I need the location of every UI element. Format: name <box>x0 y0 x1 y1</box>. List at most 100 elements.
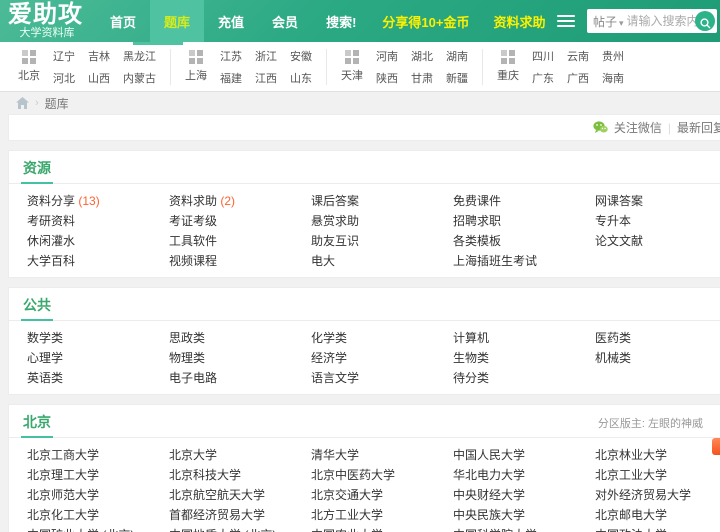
forum-link[interactable]: 数学类 <box>15 328 157 348</box>
forum-link[interactable]: 电大 <box>299 251 441 271</box>
region-city-link[interactable]: 北京 <box>18 67 40 83</box>
forum-link[interactable]: 对外经济贸易大学 <box>583 485 720 505</box>
forum-link[interactable]: 课后答案 <box>299 191 441 211</box>
forum-link[interactable]: 待分类 <box>441 368 583 388</box>
forum-link[interactable]: 医药类 <box>583 328 720 348</box>
nav-item[interactable]: 首页 <box>96 0 150 42</box>
forum-link[interactable]: 生物类 <box>441 348 583 368</box>
forum-link[interactable]: 中国农业大学 <box>299 525 441 532</box>
forum-link[interactable]: 北京中医药大学 <box>299 465 441 485</box>
forum-link[interactable]: 物理类 <box>157 348 299 368</box>
province-link[interactable]: 云南 <box>567 48 589 64</box>
nav-item[interactable]: 会员 <box>258 0 312 42</box>
forum-link[interactable]: 首都经济贸易大学 <box>157 505 299 525</box>
latest-reply-link[interactable]: 最新回复 <box>677 119 720 136</box>
moderator-link[interactable]: 左眼的神威 <box>648 418 703 430</box>
forum-link[interactable]: 中央民族大学 <box>441 505 583 525</box>
forum-link[interactable]: 清华大学 <box>299 445 441 465</box>
floating-widget-icon[interactable] <box>712 438 720 455</box>
forum-link[interactable]: 北京师范大学 <box>15 485 157 505</box>
forum-link[interactable]: 资料分享 (13) <box>15 191 157 211</box>
forum-link[interactable]: 中国人民大学 <box>441 445 583 465</box>
province-link[interactable]: 海南 <box>602 70 624 86</box>
follow-wechat-link[interactable]: 关注微信 <box>614 119 662 136</box>
forum-link[interactable]: 资料求助 (2) <box>157 191 299 211</box>
forum-link[interactable]: 论文文献 <box>583 231 720 251</box>
forum-link[interactable]: 北京交通大学 <box>299 485 441 505</box>
province-link[interactable]: 内蒙古 <box>123 70 156 86</box>
forum-link[interactable]: 各类模板 <box>441 231 583 251</box>
province-link[interactable]: 贵州 <box>602 48 624 64</box>
home-icon[interactable] <box>16 97 29 109</box>
forum-link[interactable]: 北京大学 <box>157 445 299 465</box>
province-link[interactable]: 广西 <box>567 70 589 86</box>
section-title[interactable]: 公共 <box>21 295 53 321</box>
province-link[interactable]: 江西 <box>255 70 277 86</box>
region-city-link[interactable]: 上海 <box>185 67 207 83</box>
nav-item[interactable]: 分享得10+金币 <box>370 0 481 42</box>
province-link[interactable]: 四川 <box>532 48 554 64</box>
forum-link[interactable]: 招聘求职 <box>441 211 583 231</box>
search-button[interactable] <box>695 11 715 31</box>
forum-link[interactable]: 中国政法大学 <box>583 525 720 532</box>
forum-link[interactable]: 视频课程 <box>157 251 299 271</box>
forum-link[interactable]: 心理学 <box>15 348 157 368</box>
province-link[interactable]: 河南 <box>376 48 398 64</box>
forum-link[interactable]: 休闲灌水 <box>15 231 157 251</box>
forum-link[interactable]: 机械类 <box>583 348 720 368</box>
forum-link[interactable]: 经济学 <box>299 348 441 368</box>
nav-item[interactable]: 搜索! <box>312 0 370 42</box>
search-category-dropdown[interactable]: 帖子 ▾ <box>593 13 627 30</box>
forum-link[interactable]: 北京邮电大学 <box>583 505 720 525</box>
nav-item[interactable]: 题库 <box>150 0 205 42</box>
province-link[interactable]: 江苏 <box>220 48 242 64</box>
region-city-link[interactable]: 天津 <box>341 67 363 83</box>
province-link[interactable]: 安徽 <box>290 48 312 64</box>
forum-link[interactable]: 免费课件 <box>441 191 583 211</box>
site-logo[interactable]: 爱助攻 大学资料库 <box>0 3 96 39</box>
forum-link[interactable]: 助友互识 <box>299 231 441 251</box>
forum-link[interactable]: 北京航空航天大学 <box>157 485 299 505</box>
forum-link[interactable]: 考证考级 <box>157 211 299 231</box>
breadcrumb-current[interactable]: 题库 <box>45 95 69 112</box>
province-link[interactable]: 新疆 <box>446 70 468 86</box>
province-link[interactable]: 山东 <box>290 70 312 86</box>
province-link[interactable]: 黑龙江 <box>123 48 156 64</box>
province-link[interactable]: 甘肃 <box>411 70 433 86</box>
forum-link[interactable]: 北京工商大学 <box>15 445 157 465</box>
forum-link[interactable]: 北京化工大学 <box>15 505 157 525</box>
forum-link[interactable]: 北京林业大学 <box>583 445 720 465</box>
forum-link[interactable]: 中国科学院大学 <box>441 525 583 532</box>
region-city-link[interactable]: 重庆 <box>497 67 519 83</box>
forum-link[interactable]: 北京工业大学 <box>583 465 720 485</box>
forum-link[interactable]: 电子电路 <box>157 368 299 388</box>
province-link[interactable]: 湖南 <box>446 48 468 64</box>
forum-link[interactable]: 北京理工大学 <box>15 465 157 485</box>
province-link[interactable]: 山西 <box>88 70 110 86</box>
forum-link[interactable]: 化学类 <box>299 328 441 348</box>
forum-link[interactable]: 悬赏求助 <box>299 211 441 231</box>
province-link[interactable]: 福建 <box>220 70 242 86</box>
menu-hamburger-icon[interactable] <box>557 15 575 27</box>
forum-link[interactable]: 北方工业大学 <box>299 505 441 525</box>
forum-link[interactable]: 计算机 <box>441 328 583 348</box>
forum-link[interactable]: 考研资料 <box>15 211 157 231</box>
nav-item[interactable]: 资料求助 <box>481 0 557 42</box>
province-link[interactable]: 浙江 <box>255 48 277 64</box>
forum-link[interactable]: 英语类 <box>15 368 157 388</box>
forum-link[interactable]: 网课答案 <box>583 191 720 211</box>
province-link[interactable]: 河北 <box>53 70 75 86</box>
province-link[interactable]: 辽宁 <box>53 48 75 64</box>
section-title[interactable]: 北京 <box>21 412 53 438</box>
province-link[interactable]: 广东 <box>532 70 554 86</box>
forum-link[interactable]: 上海插班生考试 <box>441 251 583 271</box>
forum-link[interactable]: 大学百科 <box>15 251 157 271</box>
forum-link[interactable]: 专升本 <box>583 211 720 231</box>
section-title[interactable]: 资源 <box>21 158 53 184</box>
forum-link[interactable]: 中国地质大学 (北京) <box>157 525 299 532</box>
forum-link[interactable]: 语言文学 <box>299 368 441 388</box>
province-link[interactable]: 陕西 <box>376 70 398 86</box>
forum-link[interactable]: 中央财经大学 <box>441 485 583 505</box>
forum-link[interactable]: 华北电力大学 <box>441 465 583 485</box>
forum-link[interactable]: 北京科技大学 <box>157 465 299 485</box>
